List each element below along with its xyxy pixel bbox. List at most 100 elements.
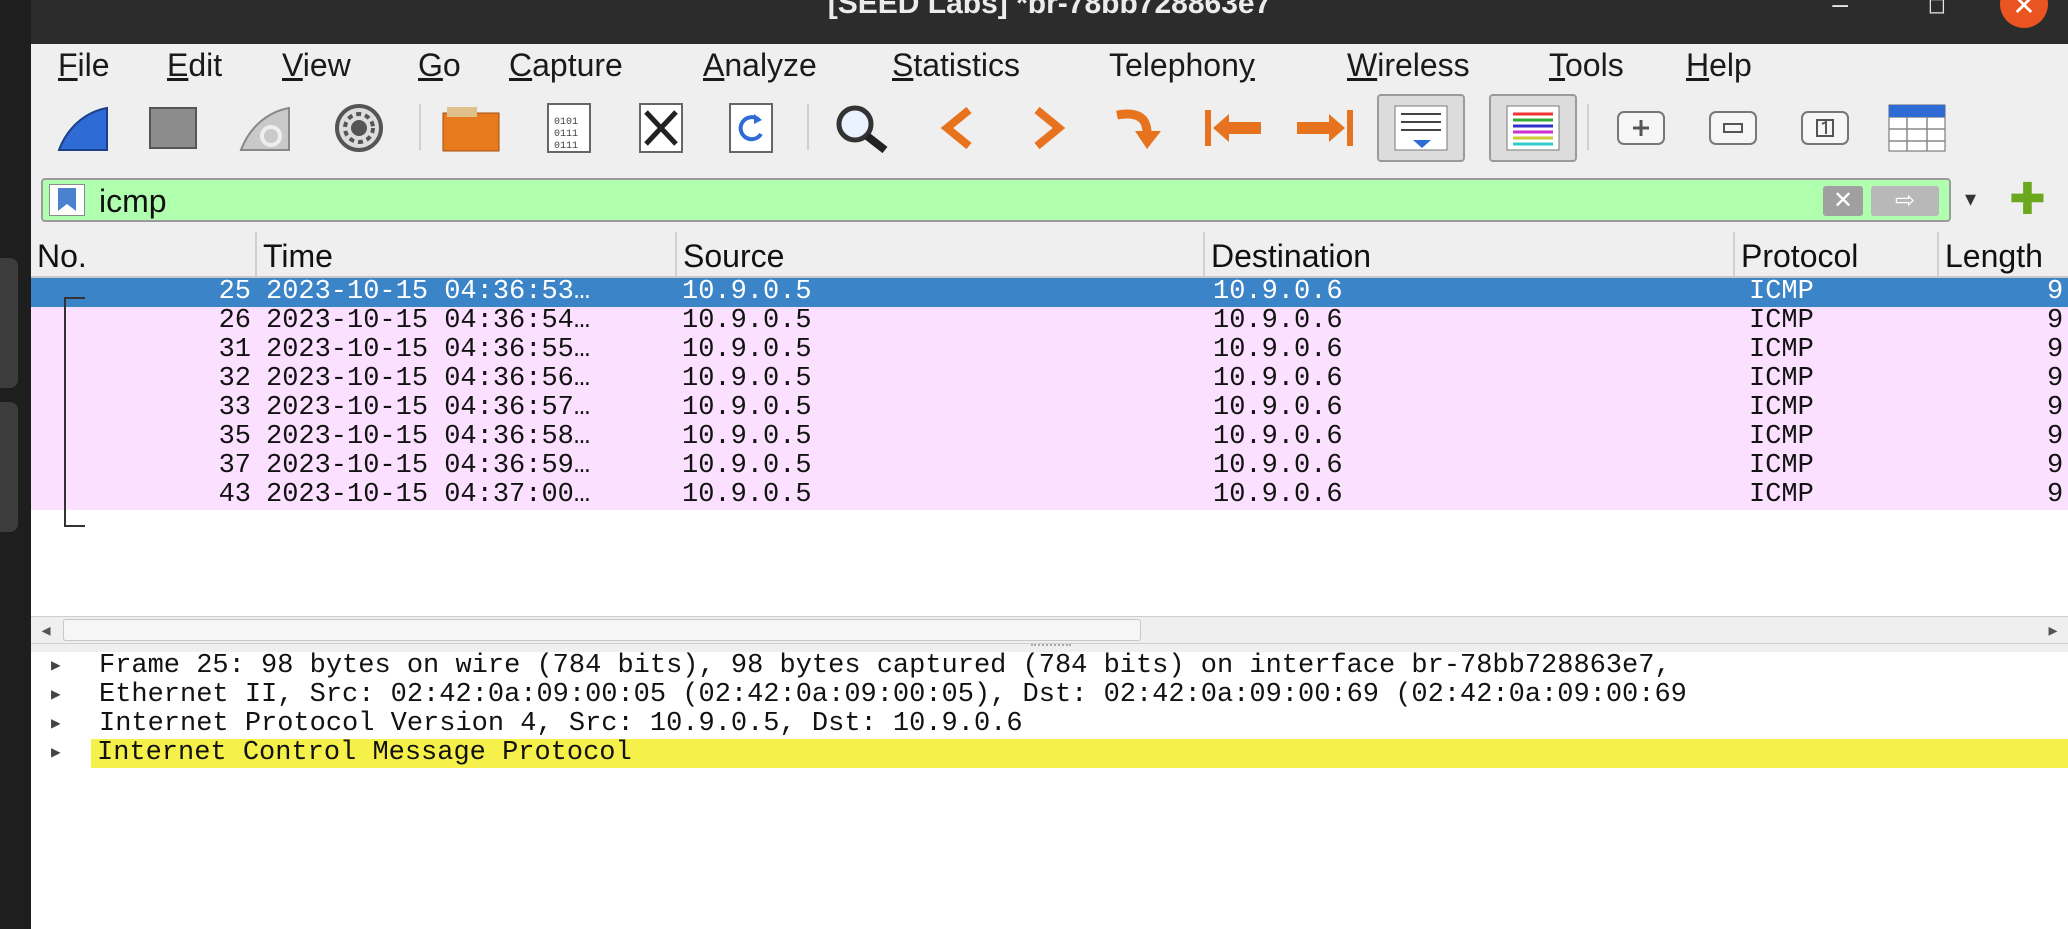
zoom-in-icon[interactable]: [1611, 98, 1671, 158]
menu-go[interactable]: Go: [418, 46, 461, 84]
packet-source: 10.9.0.5: [682, 278, 812, 307]
packet-length: 9: [2047, 481, 2064, 510]
menu-telephony[interactable]: Telephony: [1109, 46, 1255, 84]
detail-row-ethernet[interactable]: ▶ Ethernet II, Src: 02:42:0a:09:00:05 (02…: [31, 681, 2068, 710]
packet-details: ▶ Frame 25: 98 bytes on wire (784 bits), …: [31, 652, 2068, 929]
maximize-button[interactable]: ◻: [1928, 0, 1946, 18]
packet-row[interactable]: 43 2023-10-15 04:37:00… 10.9.0.5 10.9.0.6 IC…: [31, 481, 2068, 510]
menu-analyze[interactable]: Analyze: [703, 46, 817, 84]
menu-edit[interactable]: Edit: [167, 46, 222, 84]
menu-help[interactable]: Help: [1686, 46, 1752, 84]
colorize-icon[interactable]: [1489, 94, 1577, 162]
reload-file-icon[interactable]: [721, 98, 781, 158]
scrollbar-thumb[interactable]: [63, 619, 1141, 641]
packet-row[interactable]: 26 2023-10-15 04:36:54… 10.9.0.5 10.9.0.6 IC…: [31, 307, 2068, 336]
start-capture-icon[interactable]: [53, 98, 113, 158]
menu-bar: File Edit View Go Capture Analyze Statis…: [31, 44, 2068, 84]
menu-tools[interactable]: Tools: [1549, 46, 1624, 84]
packet-source: 10.9.0.5: [682, 307, 812, 336]
packet-row[interactable]: 35 2023-10-15 04:36:58… 10.9.0.5 10.9.0.6 IC…: [31, 423, 2068, 452]
column-header-time[interactable]: Time: [257, 232, 677, 276]
clear-filter-icon[interactable]: ✕: [1823, 186, 1863, 216]
packet-time: 2023-10-15 04:36:56…: [266, 365, 591, 394]
packet-list-header: No. Time Source Destination Protocol Len…: [31, 232, 2068, 278]
stop-capture-icon[interactable]: [143, 98, 203, 158]
packet-list-hscrollbar[interactable]: ◂ ▸: [31, 616, 2068, 644]
packet-length: 9: [2047, 336, 2064, 365]
packet-source: 10.9.0.5: [682, 394, 812, 423]
packet-row[interactable]: 31 2023-10-15 04:36:55… 10.9.0.5 10.9.0.6 IC…: [31, 336, 2068, 365]
packet-row[interactable]: 33 2023-10-15 04:36:57… 10.9.0.5 10.9.0.6 IC…: [31, 394, 2068, 423]
dock-item[interactable]: [0, 258, 18, 388]
save-file-icon[interactable]: 0101 0111 0111: [539, 98, 599, 158]
svg-text:0111: 0111: [554, 141, 578, 152]
packet-destination: 10.9.0.6: [1213, 394, 1343, 423]
apply-filter-icon[interactable]: ⇨: [1871, 186, 1939, 216]
packet-time: 2023-10-15 04:36:54…: [266, 307, 591, 336]
packet-time: 2023-10-15 04:36:59…: [266, 452, 591, 481]
packet-protocol: ICMP: [1749, 365, 1814, 394]
packet-list: No. Time Source Destination Protocol Len…: [31, 232, 2068, 616]
packet-protocol: ICMP: [1749, 278, 1814, 307]
menu-wireless[interactable]: Wireless: [1347, 46, 1470, 84]
normal-size-icon[interactable]: [1795, 98, 1855, 158]
filter-value[interactable]: icmp: [99, 182, 167, 220]
packet-time: 2023-10-15 04:36:53…: [266, 278, 591, 307]
column-header-length[interactable]: Length: [1939, 232, 2068, 276]
expand-arrow-icon[interactable]: ▶: [51, 652, 61, 681]
go-forward-icon[interactable]: [1019, 98, 1079, 158]
scroll-left-icon[interactable]: ◂: [31, 617, 61, 643]
expand-arrow-icon[interactable]: ▶: [51, 739, 61, 768]
packet-length: 9: [2047, 307, 2064, 336]
find-packet-icon[interactable]: [831, 98, 891, 158]
title-bar: [SEED Labs] *br-78bb728863e7 – ◻ ✕: [31, 0, 2068, 44]
dock-item[interactable]: [0, 402, 18, 532]
add-filter-button-icon[interactable]: ✚: [2009, 178, 2046, 222]
packet-row[interactable]: 37 2023-10-15 04:36:59… 10.9.0.5 10.9.0.6 IC…: [31, 452, 2068, 481]
packet-source: 10.9.0.5: [682, 423, 812, 452]
scroll-right-icon[interactable]: ▸: [2038, 617, 2068, 643]
toolbar-separator: [1587, 104, 1589, 150]
filter-history-dropdown-icon[interactable]: ▾: [1965, 186, 1976, 212]
packet-protocol: ICMP: [1749, 452, 1814, 481]
detail-row-icmp[interactable]: ▶ Internet Control Message Protocol: [31, 739, 2068, 768]
go-to-packet-icon[interactable]: [1109, 98, 1169, 158]
minimize-button[interactable]: –: [1832, 0, 1848, 20]
display-filter-input[interactable]: icmp ✕ ⇨ ▾: [41, 178, 1976, 222]
menu-capture[interactable]: Capture: [509, 46, 623, 84]
auto-scroll-icon[interactable]: [1377, 94, 1465, 162]
capture-options-icon[interactable]: [329, 98, 389, 158]
column-header-source[interactable]: Source: [677, 232, 1205, 276]
detail-row-frame[interactable]: ▶ Frame 25: 98 bytes on wire (784 bits), …: [31, 652, 2068, 681]
open-file-icon[interactable]: [441, 98, 501, 158]
packet-row[interactable]: 32 2023-10-15 04:36:56… 10.9.0.5 10.9.0.6 IC…: [31, 365, 2068, 394]
first-packet-icon[interactable]: [1201, 98, 1261, 158]
packet-source: 10.9.0.5: [682, 365, 812, 394]
last-packet-icon[interactable]: [1293, 98, 1353, 158]
packet-length: 9: [2047, 423, 2064, 452]
close-file-icon[interactable]: [631, 98, 691, 158]
restart-capture-icon[interactable]: [235, 98, 295, 158]
menu-view[interactable]: View: [282, 46, 351, 84]
close-button[interactable]: ✕: [2000, 0, 2048, 28]
packet-length: 9: [2047, 278, 2064, 307]
dock: [0, 0, 31, 929]
menu-file[interactable]: File: [58, 46, 110, 84]
resize-columns-icon[interactable]: [1887, 98, 1947, 158]
filter-bookmark-icon[interactable]: [49, 184, 85, 216]
zoom-out-icon[interactable]: [1703, 98, 1763, 158]
column-header-no[interactable]: No.: [31, 232, 257, 276]
menu-statistics[interactable]: Statistics: [892, 46, 1020, 84]
pane-splitter-handle[interactable]: [1031, 644, 1071, 650]
expand-arrow-icon[interactable]: ▶: [51, 710, 61, 739]
packet-length: 9: [2047, 452, 2064, 481]
go-back-icon[interactable]: [927, 98, 987, 158]
detail-row-ipv4[interactable]: ▶ Internet Protocol Version 4, Src: 10.9.…: [31, 710, 2068, 739]
column-header-protocol[interactable]: Protocol: [1735, 232, 1939, 276]
svg-text:0101: 0101: [554, 117, 578, 128]
wireshark-window: File Edit View Go Capture Analyze Statis…: [31, 44, 2068, 929]
expand-arrow-icon[interactable]: ▶: [51, 681, 61, 710]
packet-row[interactable]: 25 2023-10-15 04:36:53… 10.9.0.5 10.9.0.6 IC…: [31, 278, 2068, 307]
column-header-destination[interactable]: Destination: [1205, 232, 1735, 276]
packet-source: 10.9.0.5: [682, 452, 812, 481]
